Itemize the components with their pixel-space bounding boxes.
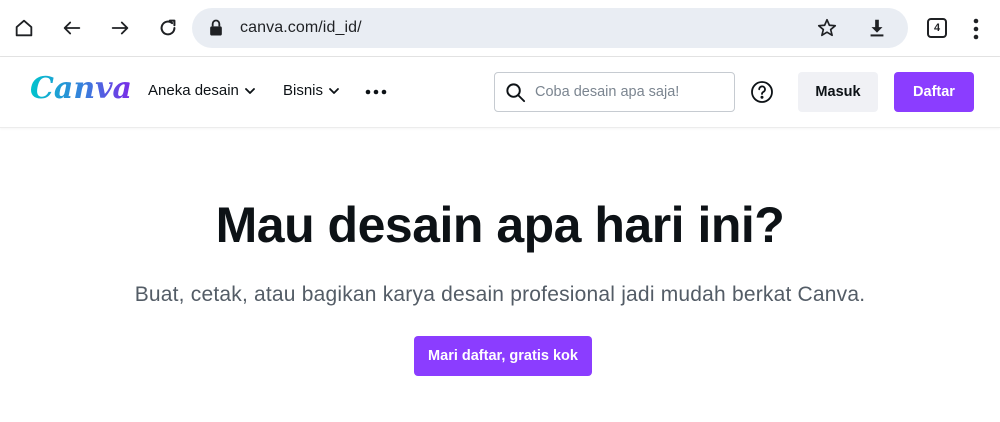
nav-label: Bisnis [283,82,324,99]
nav-label: Aneka desain [148,82,239,99]
signup-cta-button[interactable]: Mari daftar, gratis kok [414,336,592,376]
chevron-down-icon [245,87,255,94]
search-input[interactable] [535,81,725,103]
back-arrow-icon [63,21,81,35]
url-text: canva.com/id_id/ [240,19,362,36]
forward-button[interactable] [102,10,138,46]
chevron-down-icon [329,87,339,94]
help-icon[interactable] [750,80,774,104]
search-box[interactable] [494,72,735,112]
site-header: Canva Aneka desain Bisnis Masuk Daftar [0,57,1000,128]
tabs-icon[interactable]: 4 [927,18,947,38]
more-vertical-icon[interactable] [966,16,986,42]
more-horizontal-icon[interactable] [364,82,388,102]
address-bar[interactable]: canva.com/id_id/ [192,8,908,48]
reload-icon [160,19,176,36]
tab-count: 4 [933,22,941,34]
search-icon [506,83,526,103]
reload-button[interactable] [150,10,186,46]
lock-icon [210,19,222,36]
hero-subtitle: Buat, cetak, atau bagikan karya desain p… [134,283,866,306]
browser-toolbar: canva.com/id_id/ 4 [0,0,1000,57]
signup-button[interactable]: Daftar [894,72,974,112]
hero-title: Mau desain apa hari ini? [215,197,785,253]
download-icon[interactable] [866,17,888,39]
nav-aneka-desain[interactable]: Aneka desain [148,82,257,99]
login-button[interactable]: Masuk [798,72,878,112]
back-button[interactable] [54,10,90,46]
forward-arrow-icon [111,21,129,35]
home-icon [15,19,33,37]
star-icon[interactable] [816,17,838,39]
canva-logo[interactable]: Canva [30,71,132,106]
home-button[interactable] [6,10,42,46]
nav-bisnis[interactable]: Bisnis [283,82,341,99]
